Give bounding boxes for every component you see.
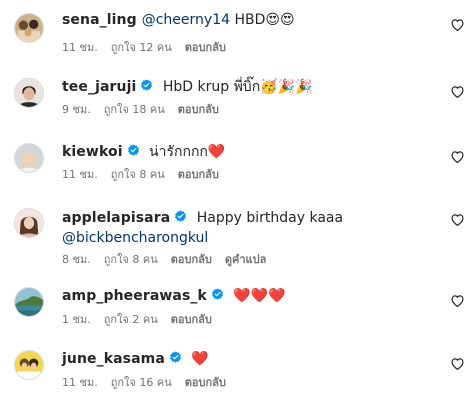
avatar[interactable] (14, 13, 44, 43)
comment-text: Happy birthday kaaa (196, 210, 344, 226)
heart-outline-icon[interactable] (451, 86, 464, 98)
comment-username[interactable]: kiewkoi (62, 144, 123, 160)
heart-outline-icon[interactable] (451, 151, 464, 163)
reply-button[interactable]: ตอบกลับ (185, 41, 226, 54)
reply-button[interactable]: ตอบกลับ (185, 376, 226, 389)
comment-likes[interactable]: ถูกใจ 12 คน (111, 41, 172, 54)
reply-button[interactable]: ตอบกลับ (178, 103, 219, 116)
comment-text: ❤️❤️❤️ (233, 288, 286, 304)
comment-username[interactable]: amp_pheerawas_k (62, 288, 207, 304)
comment-meta: 1 ชม. ถูกใจ 2 คน ตอบกลับ (62, 313, 225, 327)
comment-username[interactable]: applelapisara (62, 210, 170, 226)
comment-username[interactable]: june_kasama (62, 351, 165, 367)
avatar[interactable] (14, 208, 44, 238)
comment-likes[interactable]: ถูกใจ 8 คน (111, 168, 165, 181)
comment-text: HbD krup พี่บิ๊ก🥳🎉🎉 (162, 79, 313, 95)
avatar[interactable] (14, 287, 44, 317)
comment-likes[interactable]: ถูกใจ 18 คน (104, 103, 165, 116)
reply-button[interactable]: ตอบกลับ (178, 168, 219, 181)
comment-username[interactable]: sena_ling (62, 12, 137, 28)
avatar[interactable] (14, 78, 44, 108)
comment-text: น่ารักกกก❤️ (149, 144, 226, 160)
comment-meta: 8 ชม. ถูกใจ 8 คน ตอบกลับ ดูคำแปล (62, 253, 279, 267)
comment-time: 11 ชม. (62, 168, 98, 181)
comment-time: 11 ชม. (62, 376, 98, 389)
comment-likes[interactable]: ถูกใจ 2 คน (104, 313, 158, 326)
comment-time: 8 ชม. (62, 253, 91, 266)
comment-meta: 11 ชม. ถูกใจ 16 คน ตอบกลับ (62, 376, 239, 390)
comment-time: 9 ชม. (62, 103, 91, 116)
verified-badge-icon (169, 351, 182, 364)
reply-button[interactable]: ตอบกลับ (171, 253, 212, 266)
comment-meta: 11 ชม. ถูกใจ 12 คน ตอบกลับ (62, 41, 239, 55)
comment-mention[interactable]: @cheerny14 (142, 12, 230, 28)
comment-likes[interactable]: ถูกใจ 16 คน (111, 376, 172, 389)
comment-text: ❤️ (191, 351, 209, 367)
comment-mention[interactable]: @bickbencharongkul (62, 229, 208, 247)
verified-badge-icon (127, 144, 140, 157)
comment-time: 1 ชม. (62, 313, 91, 326)
verified-badge-icon (211, 288, 224, 301)
comment-meta: 9 ชม. ถูกใจ 18 คน ตอบกลับ (62, 103, 232, 117)
comment-meta: 11 ชม. ถูกใจ 8 คน ตอบกลับ (62, 168, 232, 182)
reply-button[interactable]: ตอบกลับ (171, 313, 212, 326)
heart-outline-icon[interactable] (451, 295, 464, 307)
avatar[interactable] (14, 143, 44, 173)
comment-time: 11 ชม. (62, 41, 98, 54)
heart-outline-icon[interactable] (451, 214, 464, 226)
avatar[interactable] (14, 350, 44, 380)
heart-outline-icon[interactable] (451, 358, 464, 370)
verified-badge-icon (140, 79, 153, 92)
comment-likes[interactable]: ถูกใจ 8 คน (104, 253, 158, 266)
verified-badge-icon (174, 210, 187, 223)
comment-text: HBD😍😍 (234, 12, 295, 28)
see-translation-button[interactable]: ดูคำแปล (225, 253, 267, 266)
comment-username[interactable]: tee_jaruji (62, 79, 136, 95)
heart-outline-icon[interactable] (451, 19, 464, 31)
